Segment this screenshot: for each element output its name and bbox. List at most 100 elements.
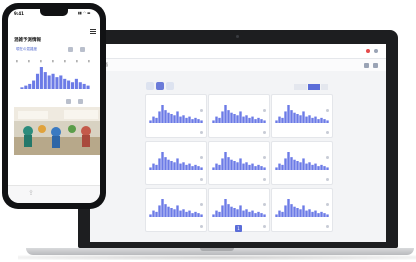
phone-chart-bar bbox=[63, 78, 67, 89]
app-bar: 日本語 bbox=[90, 59, 386, 71]
chart-bar bbox=[314, 116, 317, 123]
chart-bar bbox=[278, 163, 281, 170]
card-info-icon[interactable] bbox=[263, 109, 266, 112]
segment-month[interactable] bbox=[321, 84, 328, 90]
segment-day[interactable] bbox=[294, 84, 307, 90]
chart-bar bbox=[263, 120, 266, 123]
line-icon[interactable] bbox=[166, 82, 174, 90]
chart-card[interactable] bbox=[208, 141, 270, 185]
phone-chart-bar bbox=[67, 80, 71, 89]
phone-chart-bar bbox=[70, 82, 75, 89]
chart-card[interactable] bbox=[271, 94, 333, 138]
chart-bar bbox=[275, 214, 278, 217]
phone-chart-bar bbox=[59, 75, 63, 89]
language-icon[interactable] bbox=[364, 63, 369, 68]
chart-bar bbox=[278, 116, 281, 123]
card-info-icon[interactable] bbox=[263, 203, 266, 206]
chart-bar bbox=[179, 116, 182, 123]
card-info-icon[interactable] bbox=[326, 203, 329, 206]
chart-bar bbox=[170, 208, 173, 217]
chart-card[interactable] bbox=[208, 94, 270, 138]
chart-bar bbox=[230, 112, 233, 123]
card-bar-chart bbox=[212, 105, 266, 123]
chart-bar bbox=[161, 152, 164, 170]
chart-bar bbox=[326, 214, 329, 217]
share-icon[interactable] bbox=[68, 47, 73, 52]
chart-bar bbox=[212, 120, 215, 123]
chart-card[interactable] bbox=[271, 188, 333, 232]
chart-bar bbox=[290, 204, 293, 217]
chart-bar bbox=[194, 211, 197, 217]
chart-bar bbox=[176, 158, 179, 170]
chart-card[interactable] bbox=[145, 141, 207, 185]
chart-bar bbox=[320, 211, 323, 217]
chart-bar bbox=[185, 164, 188, 170]
chart-bar bbox=[200, 214, 203, 217]
chart-bar bbox=[257, 164, 260, 170]
card-info-icon[interactable] bbox=[326, 109, 329, 112]
card-info-icon[interactable] bbox=[200, 156, 203, 159]
chart-bar bbox=[296, 208, 299, 217]
chart-bar bbox=[290, 157, 293, 170]
chart-bar bbox=[176, 111, 179, 123]
card-menu-icon[interactable] bbox=[200, 225, 203, 228]
bottom-share-icon[interactable]: ⇪ bbox=[28, 189, 34, 197]
chart-bar bbox=[293, 159, 296, 170]
chart-bar bbox=[173, 115, 176, 123]
chart-bar bbox=[317, 119, 320, 123]
chart-card[interactable] bbox=[145, 94, 207, 138]
phone-chart-bar bbox=[43, 72, 47, 89]
chart-bar bbox=[299, 162, 302, 170]
chart-bar bbox=[176, 205, 179, 217]
chart-bar bbox=[275, 167, 278, 170]
calendar-icon[interactable] bbox=[80, 47, 85, 52]
status-time: 9:41 bbox=[14, 11, 24, 16]
settings-icon[interactable] bbox=[373, 63, 378, 68]
chart-bar bbox=[233, 114, 236, 123]
card-menu-icon[interactable] bbox=[263, 225, 266, 228]
chart-bar bbox=[314, 210, 317, 217]
chart-bar bbox=[218, 117, 221, 123]
phone-chart-bar bbox=[51, 73, 55, 89]
chart-bar bbox=[245, 115, 248, 123]
pager-current[interactable]: 1 bbox=[235, 225, 242, 232]
card-menu-icon[interactable] bbox=[326, 225, 329, 228]
phone-subtitle[interactable]: 現在の混雑度 bbox=[16, 47, 37, 52]
segment-week[interactable] bbox=[308, 84, 320, 90]
chart-bar bbox=[248, 211, 251, 217]
hamburger-menu-icon[interactable] bbox=[90, 29, 96, 34]
menu-dots-icon[interactable] bbox=[374, 49, 378, 53]
card-menu-icon[interactable] bbox=[263, 131, 266, 134]
chart-bar bbox=[320, 164, 323, 170]
chart-bar bbox=[233, 208, 236, 217]
chart-card[interactable] bbox=[271, 141, 333, 185]
card-menu-icon[interactable] bbox=[263, 178, 266, 181]
chart-card[interactable] bbox=[145, 188, 207, 232]
card-menu-icon[interactable] bbox=[326, 178, 329, 181]
card-menu-icon[interactable] bbox=[326, 131, 329, 134]
phone-chart-bar bbox=[35, 73, 40, 89]
chart-bar bbox=[278, 210, 281, 217]
chart-bar bbox=[299, 115, 302, 123]
phone-expand-icon[interactable] bbox=[78, 99, 83, 104]
card-info-icon[interactable] bbox=[326, 156, 329, 159]
phone-info-icon[interactable] bbox=[66, 99, 71, 104]
chart-bar bbox=[164, 204, 167, 217]
chart-bar bbox=[236, 209, 239, 217]
card-menu-icon[interactable] bbox=[200, 131, 203, 134]
card-info-icon[interactable] bbox=[200, 109, 203, 112]
chart-bar bbox=[251, 116, 254, 123]
phone-chart-bar bbox=[24, 85, 28, 89]
chart-bar bbox=[308, 209, 311, 217]
chart-bar bbox=[170, 161, 173, 170]
chart-bar bbox=[302, 111, 305, 123]
profile-icon[interactable] bbox=[366, 49, 370, 53]
card-info-icon[interactable] bbox=[200, 203, 203, 206]
chart-bar bbox=[302, 158, 305, 170]
phone-notch bbox=[40, 9, 68, 16]
chart-icon[interactable] bbox=[146, 82, 154, 90]
grid-icon[interactable] bbox=[156, 82, 164, 90]
card-info-icon[interactable] bbox=[263, 156, 266, 159]
card-menu-icon[interactable] bbox=[200, 178, 203, 181]
chart-bar bbox=[194, 117, 197, 123]
